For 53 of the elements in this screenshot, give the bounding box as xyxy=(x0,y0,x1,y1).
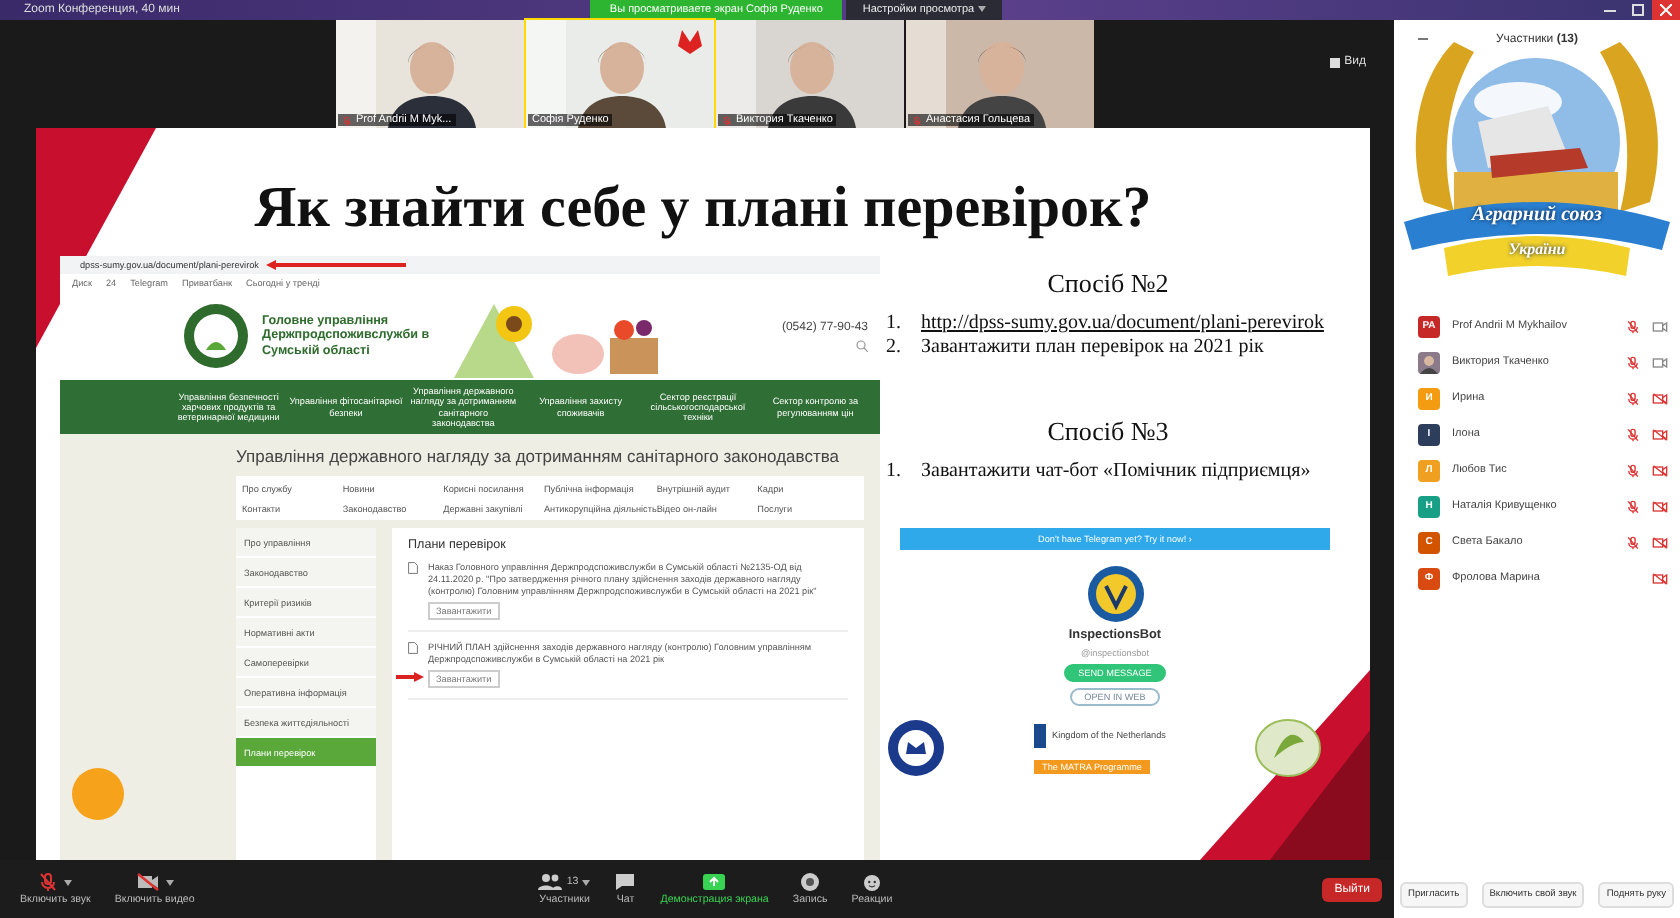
leaf-logo-icon xyxy=(1253,718,1322,778)
search-icon[interactable] xyxy=(856,339,868,351)
caret-icon xyxy=(977,6,986,12)
muted-mic-icon xyxy=(1626,319,1640,333)
list-number: 2. xyxy=(886,336,901,360)
bot-avatar-icon xyxy=(1087,566,1143,622)
method-heading: Спосіб №2 xyxy=(1045,268,1171,300)
muted-mic-icon xyxy=(722,115,732,125)
avatar xyxy=(1418,351,1440,373)
video-off-icon xyxy=(1652,499,1668,513)
muted-mic-icon xyxy=(1626,391,1640,405)
list-item: Завантажити план перевірок на 2021 рік xyxy=(921,336,1264,360)
logo-text: України xyxy=(1506,240,1568,258)
muted-mic-icon xyxy=(1626,463,1640,477)
caret-icon xyxy=(165,879,174,885)
crest-icon xyxy=(886,718,946,778)
emblem-icon xyxy=(182,302,250,370)
smiley-icon xyxy=(862,872,882,892)
arrow-icon xyxy=(266,260,407,270)
close-icon[interactable] xyxy=(1652,0,1680,20)
video-camera-icon xyxy=(1652,355,1668,369)
record-icon xyxy=(800,872,821,892)
method-heading: Спосіб №3 xyxy=(1045,416,1171,448)
list-number: 1. xyxy=(886,460,901,484)
page-title: Управління державного нагляду за дотриманням санітарного законодавства xyxy=(236,446,841,469)
link[interactable]: http://dpss-sumy.gov.ua/document/plani-perevirok xyxy=(921,312,1324,336)
document-icon xyxy=(408,562,418,575)
video-off-icon xyxy=(135,872,160,892)
video-off-icon xyxy=(1652,391,1668,405)
muted-mic-icon xyxy=(912,115,922,125)
muted-mic-icon xyxy=(342,115,352,125)
muted-mic-icon xyxy=(1626,427,1640,441)
slide-title: Як знайти себе у плані перевірок? xyxy=(254,176,1152,240)
people-icon xyxy=(538,872,563,892)
video-off-icon xyxy=(1652,427,1668,441)
video-off-icon xyxy=(1652,463,1668,477)
arrow-icon xyxy=(396,671,424,682)
muted-mic-icon xyxy=(1626,535,1640,549)
caret-icon xyxy=(64,879,73,885)
muted-mic-icon xyxy=(1626,499,1640,513)
chat-icon xyxy=(614,872,637,892)
document-icon xyxy=(408,641,418,654)
video-camera-icon xyxy=(1652,319,1668,333)
video-off-icon xyxy=(1652,535,1668,549)
muted-mic-icon xyxy=(38,872,59,892)
caret-icon xyxy=(582,879,591,885)
video-off-icon xyxy=(1652,571,1668,585)
muted-mic-icon xyxy=(1626,355,1640,369)
list-number: 1. xyxy=(886,312,901,336)
list-item: Завантажити чат-бот «Помічник підприємця» xyxy=(921,460,1311,484)
grid-icon xyxy=(1330,57,1341,67)
share-screen-icon xyxy=(702,872,727,892)
logo-text: Аграрний союз xyxy=(1469,204,1604,226)
